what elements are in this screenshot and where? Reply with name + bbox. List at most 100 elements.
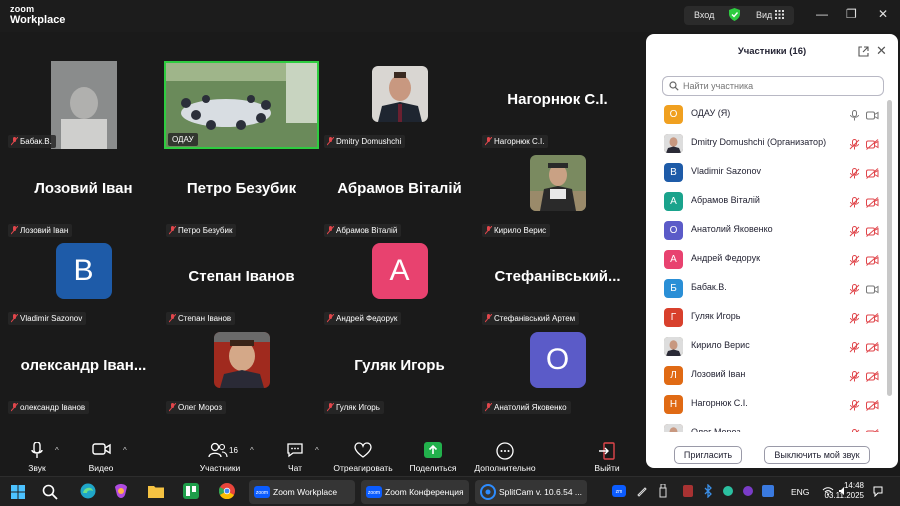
muted-mic-icon [11,403,18,412]
search-input[interactable] [683,79,878,93]
invite-button[interactable]: Пригласить [674,446,742,464]
panel-scrollbar[interactable] [887,100,892,396]
taskbar-splitcam[interactable]: SplitCam v. 10.6.54 ... [475,480,587,504]
video-tile[interactable]: Стефанівський... Стефанівський Артем [480,238,635,326]
tile-label: Кирило Верис [482,224,551,237]
camera-off-icon[interactable] [866,139,879,150]
tray-app4-icon[interactable] [762,485,774,497]
muted-mic-icon[interactable] [849,400,860,411]
video-tile[interactable]: Гуляк Игорь Гуляк Игорь [322,327,477,415]
participant-row[interactable]: Dmitry Domushchi (Организатор) [646,129,886,158]
notification-icon[interactable] [872,485,884,497]
active-speaker-tile[interactable]: ОДАУ [164,61,319,149]
muted-mic-icon[interactable] [849,168,860,179]
tile-name: Абрамов Віталій [337,180,462,197]
video-tile[interactable]: Нагорнюк С.І. Нагорнюк С.І. [480,61,635,149]
minimize-icon[interactable]: — [816,7,828,21]
edge-browser-icon[interactable] [80,483,96,499]
usb-tray-icon[interactable] [658,484,668,498]
participant-row[interactable]: Г Гуляк Игорь [646,303,886,332]
camera-off-icon[interactable] [866,342,879,353]
participant-row[interactable]: Олег Мороз [646,419,886,432]
muted-mic-icon[interactable] [849,197,860,208]
video-tile[interactable]: Бабак.В. [6,61,161,149]
tray-app-icon[interactable] [682,484,694,498]
video-tile[interactable]: Кирило Верис [480,150,635,238]
muted-mic-icon[interactable] [849,284,860,295]
video-tile[interactable]: Лозовий Іван Лозовий Іван [6,150,161,238]
muted-mic-icon[interactable] [849,255,860,266]
view-button[interactable]: Вид [756,10,772,20]
camera-off-icon[interactable] [866,226,879,237]
camera-off-icon[interactable] [866,255,879,266]
camera-icon[interactable] [866,284,879,295]
participant-row[interactable]: O ОДАУ (Я) [646,100,886,129]
participant-row[interactable]: Л Лозовий Іван [646,361,886,390]
participants-options-chevron[interactable]: ^ [250,446,254,455]
video-tile[interactable]: Dmitry Domushchi [322,61,477,149]
video-tile[interactable]: Степан Іванов Степан Іванов [164,238,319,326]
participant-row[interactable]: B Vladimir Sazonov [646,158,886,187]
camera-off-icon[interactable] [866,400,879,411]
participant-avatar [664,424,683,432]
muted-mic-icon[interactable] [849,139,860,150]
muted-mic-icon [485,403,492,412]
grid-view-icon[interactable] [775,10,784,19]
video-tile[interactable]: олександр Іван... олександр Іванов [6,327,161,415]
muted-mic-icon[interactable] [849,342,860,353]
file-explorer-icon[interactable] [148,484,164,498]
camera-off-icon[interactable] [866,429,879,432]
muted-mic-icon[interactable] [849,226,860,237]
video-tile[interactable]: Абрамов Віталій Абрамов Віталій [322,150,477,238]
participant-avatar: B [664,163,683,182]
popout-icon[interactable] [858,46,869,57]
video-tile[interactable]: O Анатолий Яковенко [480,327,635,415]
video-tile[interactable]: B Vladimir Sazonov [6,238,161,326]
app-green-icon[interactable] [183,483,199,499]
participant-row[interactable]: O Анатолий Яковенко [646,216,886,245]
muted-mic-icon[interactable] [849,371,860,382]
search-box[interactable] [662,76,884,96]
chat-options-chevron[interactable]: ^ [315,446,319,455]
mic-icon[interactable] [849,110,860,121]
video-tile[interactable]: Олег Мороз [164,327,319,415]
pen-tray-icon[interactable] [636,485,648,497]
mute-me-button[interactable]: Выключить мой звук [764,446,870,464]
muted-mic-icon[interactable] [849,313,860,324]
muted-mic-icon [169,403,176,412]
participant-status-icons [849,369,879,387]
taskbar-zoom-meeting[interactable]: zoom Zoom Конференция [361,480,469,504]
video-options-chevron[interactable]: ^ [123,446,127,455]
search-taskbar-icon[interactable] [42,484,58,500]
chrome-icon[interactable] [219,483,235,499]
title-bar: zoom Workplace Вход Вид — ❐ ✕ [0,0,900,32]
copilot-icon[interactable] [113,483,129,499]
camera-off-icon[interactable] [866,197,879,208]
restore-icon[interactable]: ❐ [846,7,857,21]
camera-off-icon[interactable] [866,168,879,179]
taskbar-zoom-workplace[interactable]: zoom Zoom Workplace [249,480,355,504]
camera-off-icon[interactable] [866,313,879,324]
tray-app3-icon[interactable] [742,485,754,497]
muted-mic-icon[interactable] [849,429,860,432]
enter-button[interactable]: Вход [694,10,714,20]
close-window-icon[interactable]: ✕ [878,7,888,21]
tray-app2-icon[interactable] [722,485,734,497]
participant-row[interactable]: A Абрамов Віталій [646,187,886,216]
participant-row[interactable]: Кирило Верис [646,332,886,361]
video-tile[interactable]: Петро Безубик Петро Безубик [164,150,319,238]
bluetooth-icon[interactable] [703,484,713,498]
shield-icon[interactable] [729,8,740,21]
audio-options-chevron[interactable]: ^ [55,446,59,455]
participant-row[interactable]: Б Бабак.В. [646,274,886,303]
participant-row[interactable]: A Андрей Федорук [646,245,886,274]
video-tile[interactable]: A Андрей Федорук [322,238,477,326]
zoom-tray-icon[interactable]: zm [612,485,626,497]
windows-start-icon[interactable] [11,485,25,499]
participant-row[interactable]: Н Нагорнюк С.І. [646,390,886,419]
participant-status-icons [849,398,879,416]
close-icon[interactable]: ✕ [876,43,887,59]
clock[interactable]: 14:48 03.11.2025 [814,481,864,501]
camera-off-icon[interactable] [866,371,879,382]
camera-icon[interactable] [866,110,879,121]
